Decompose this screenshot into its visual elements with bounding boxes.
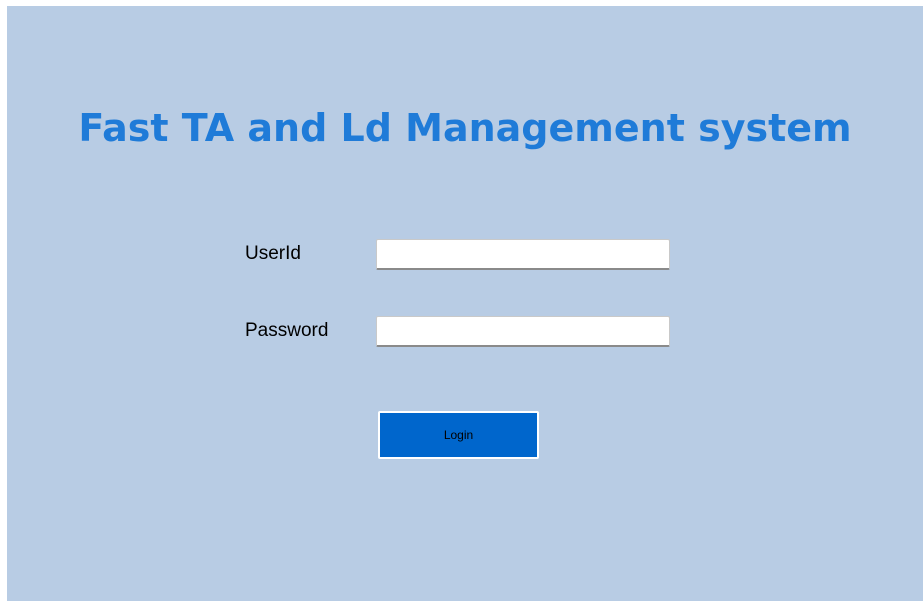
login-panel: Fast TA and Ld Management system UserId …: [7, 6, 923, 601]
userid-input[interactable]: [376, 239, 670, 270]
page-title: Fast TA and Ld Management system: [78, 106, 852, 150]
password-label: Password: [245, 320, 329, 341]
userid-label: UserId: [245, 243, 301, 264]
password-input[interactable]: [376, 316, 670, 347]
login-button[interactable]: Login: [378, 411, 539, 459]
